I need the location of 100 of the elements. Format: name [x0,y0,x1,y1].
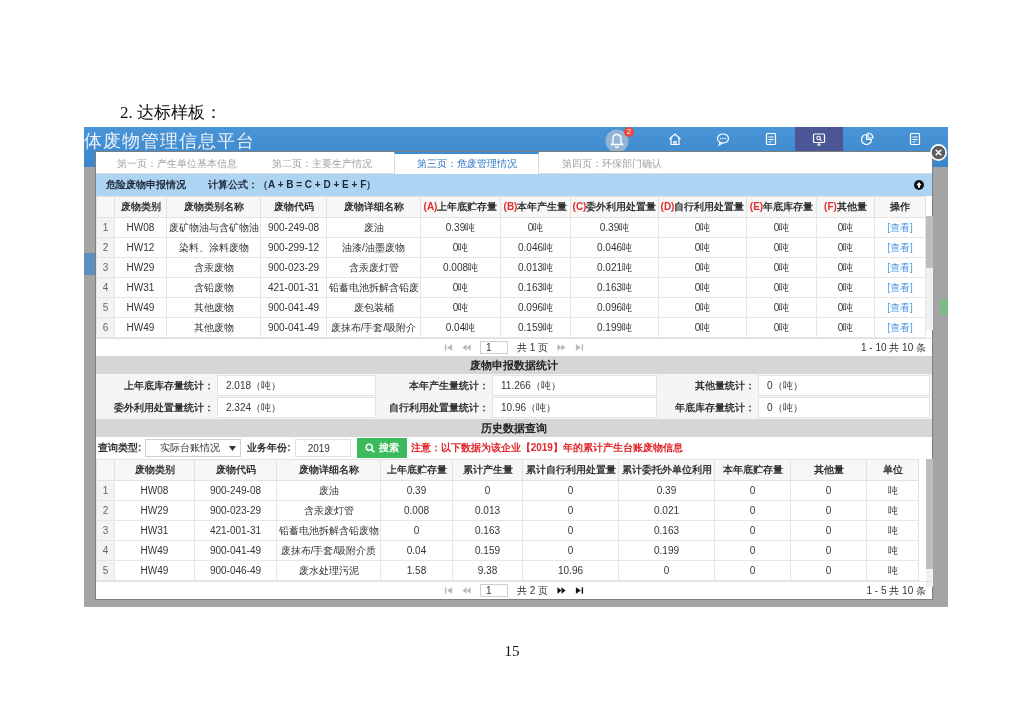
table-cell: 废抹布/手套/吸附介质 [276,540,381,561]
stat-label: 自行利用处置量统计： [389,400,489,415]
table-cell: 吨 [866,540,919,561]
table-cell: 0吨 [816,217,875,238]
page-input[interactable]: 1 [479,341,508,354]
up-arrow-icon[interactable] [914,180,924,190]
column-header: 累计产生量 [452,459,523,481]
home-icon[interactable] [667,131,683,147]
scrollbar[interactable] [926,216,933,330]
table-cell: HW49 [114,317,167,338]
table-cell: 0 [790,500,867,521]
table-cell: HW49 [114,297,167,318]
table-cell: 0吨 [746,237,817,258]
monitor-icon[interactable] [795,127,843,151]
table-cell: 0 [714,520,791,541]
table-cell: 废包装桶 [326,297,421,318]
stat-label: 委外利用处置量统计： [114,400,214,415]
row-number: 5 [96,297,115,318]
table-cell: 9.38 [452,560,523,581]
table-cell: 含汞废灯管 [276,500,381,521]
table-cell: 0吨 [420,297,501,318]
table-cell: 0 [790,540,867,561]
table-cell: 0吨 [658,317,747,338]
table-cell: 吨 [866,520,919,541]
row-number: 3 [96,520,115,541]
table-cell: 10.96 [522,560,619,581]
table-cell: 0.04吨 [420,317,501,338]
column-header: 废物详细名称 [276,459,381,481]
table-cell: 421-001-31 [260,277,327,298]
table-cell: 0 [714,540,791,561]
column-header: 本年底贮存量 [714,459,791,481]
table-cell: 0.163 [618,520,715,541]
document-icon[interactable] [907,131,923,147]
page-count-text: 共 2 页 [516,583,549,598]
tab[interactable]: 第四页：环保部门确认 [539,152,684,174]
table-cell: 0 [452,480,523,501]
table-cell: 铅蓄电池拆解含铅废物 [276,520,381,541]
table-cell: 0吨 [746,317,817,338]
table-cell: 900-299-12 [260,237,327,258]
side-panel-strip [940,299,948,315]
table-cell: HW49 [114,540,195,561]
table-cell: 铅蓄电池拆解含铅废 [326,277,421,298]
table-cell: 0.046吨 [570,237,659,258]
table-cell: 0吨 [658,257,747,278]
table-cell: 0.163吨 [500,277,571,298]
table-cell: 废水处理污泥 [276,560,381,581]
table-cell: 900-023-29 [194,500,277,521]
bell-icon[interactable] [605,129,629,153]
table-cell: 0 [522,540,619,561]
document-icon[interactable] [763,131,779,147]
table-cell: 含汞废灯管 [326,257,421,278]
next-page-icon[interactable] [557,586,567,595]
table-cell: 0吨 [746,257,817,278]
app-title: 体废物管理信息平台 [84,130,255,152]
table-cell: 0.021 [618,500,715,521]
table-cell: 0.159吨 [500,317,571,338]
table-cell: 废矿物油与含矿物油 [166,217,261,238]
table-cell: 吨 [866,480,919,501]
column-header: 废物代码 [194,459,277,481]
scrollbar-thumb[interactable] [926,216,933,268]
table-cell: 0吨 [816,297,875,318]
chat-icon[interactable] [715,131,731,147]
year-input[interactable]: 2019 [294,439,351,457]
table-cell: 0 [790,480,867,501]
table-cell: 0吨 [658,277,747,298]
column-header: 单位 [866,459,919,481]
column-header: 操作 [874,196,926,218]
search-button[interactable]: 搜索 [356,438,407,458]
pie-chart-icon[interactable] [859,131,875,147]
table-cell: 0 [790,520,867,541]
table-cell: 421-001-31 [194,520,277,541]
last-page-icon[interactable] [575,586,585,595]
table-cell: 0.013 [452,500,523,521]
table-cell: 0吨 [420,237,501,258]
column-header: (E)年底库存量 [746,196,817,218]
column-header: 上年底贮存量 [380,459,453,481]
row-number: 1 [96,217,115,238]
close-icon[interactable] [930,144,947,161]
table-cell: 0吨 [658,237,747,258]
tab[interactable]: 第三页：危废管理情况 [394,152,539,174]
row-number: 2 [96,237,115,258]
page-input[interactable]: 1 [479,584,508,597]
column-header: 其他量 [790,459,867,481]
table-cell: 0.04 [380,540,453,561]
table-cell: 0吨 [746,217,817,238]
stat-value-field: 0（吨） [758,397,930,418]
record-count-text: 1 - 5 共 10 条 [866,583,927,598]
table-cell: 0吨 [658,217,747,238]
table-cell: 废抹布/手套/吸附介 [326,317,421,338]
query-type-select[interactable]: 实际台账情况 [145,439,242,457]
table-cell: 0 [714,480,791,501]
table-cell: 0.39吨 [570,217,659,238]
table-cell: 0 [380,520,453,541]
table-cell: 0.163吨 [570,277,659,298]
column-header: 废物类别名称 [166,196,261,218]
stat-label: 本年产生量统计： [409,378,489,393]
table-cell: 其他废物 [166,297,261,318]
table-cell: HW29 [114,500,195,521]
column-header: (F)其他量 [816,196,875,218]
table-cell: 0吨 [816,277,875,298]
